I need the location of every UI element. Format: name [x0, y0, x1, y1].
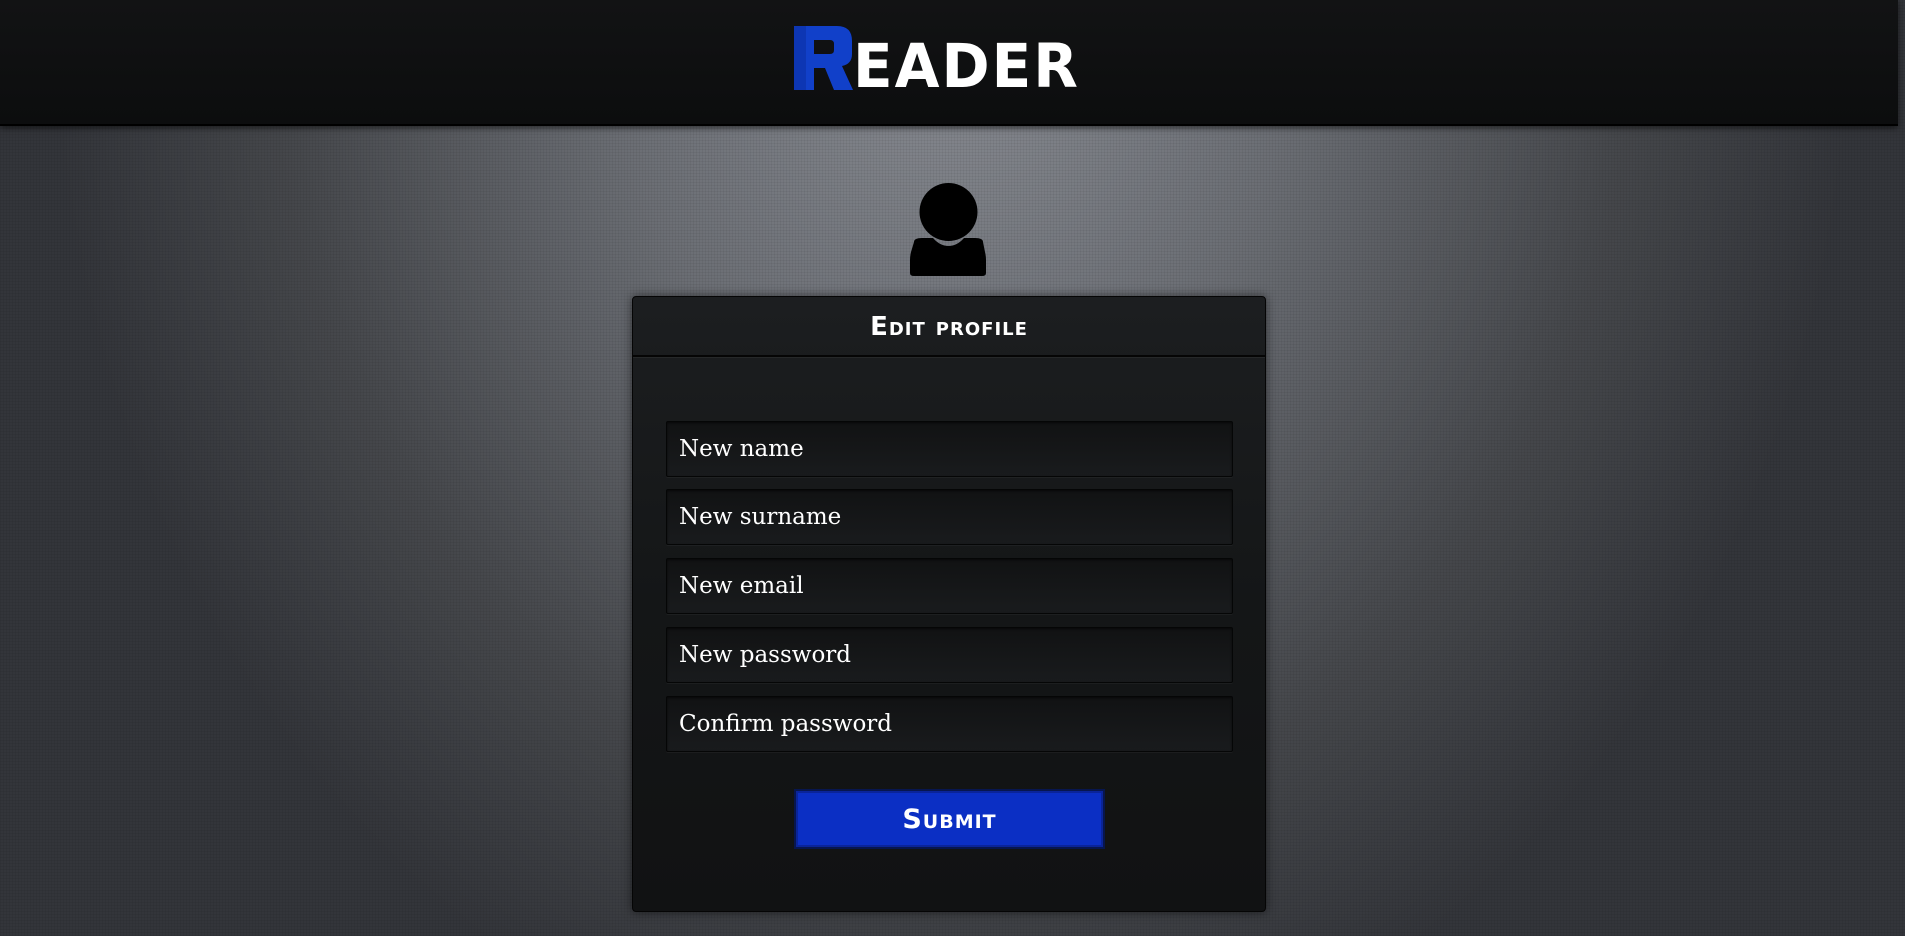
user-icon — [910, 183, 986, 276]
logo-initial-r — [794, 26, 853, 90]
form-title: Edit profile — [870, 312, 1028, 342]
site-header: EADER — [0, 0, 1898, 126]
new-surname-input[interactable] — [666, 489, 1233, 545]
new-password-input[interactable] — [666, 627, 1233, 683]
card-header: Edit profile — [633, 297, 1265, 357]
confirm-password-input[interactable] — [666, 696, 1233, 752]
new-name-input[interactable] — [666, 421, 1233, 477]
logo-text: EADER — [853, 30, 1080, 102]
edit-profile-card: Edit profile Submit — [632, 296, 1266, 912]
reader-logo[interactable]: EADER — [792, 22, 1080, 102]
submit-button[interactable]: Submit — [794, 789, 1105, 849]
new-email-input[interactable] — [666, 558, 1233, 614]
